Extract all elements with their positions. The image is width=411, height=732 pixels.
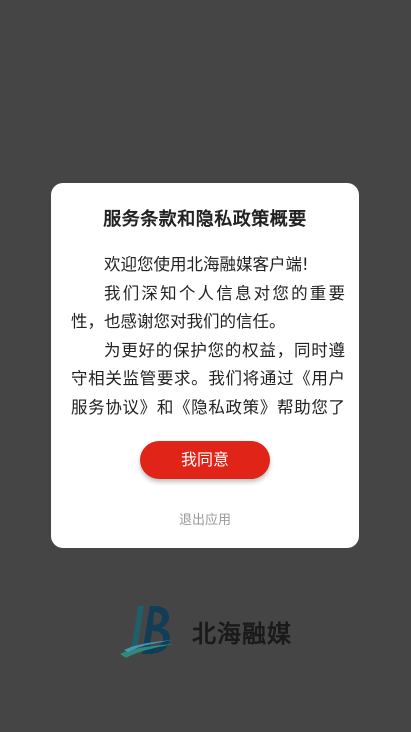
splash-logo: 北海融媒 [118,600,318,664]
agree-button[interactable]: 我同意 [140,441,270,479]
privacy-dialog: 服务条款和隐私政策概要 欢迎您使用北海融媒客户端! 我们深知个人信息对您的重要性… [51,183,359,548]
dialog-paragraph-welcome: 欢迎您使用北海融媒客户端! [104,255,309,274]
dialog-title: 服务条款和隐私政策概要 [103,209,307,230]
dialog-paragraph-trust: 我们深知个人信息对您的重要性，也感谢您对我们的信任。 [71,283,345,332]
dialog-body[interactable]: 欢迎您使用北海融媒客户端! 我们深知个人信息对您的重要性，也感谢您对我们的信任。… [71,251,345,421]
exit-app-link[interactable]: 退出应用 [51,509,359,528]
splash-app-name: 北海融媒 [192,619,292,648]
dialog-paragraph-policy: 为更好的保护您的权益，同时遵守相关监管要求。我们将通过《用户服务协议》和《隐私政… [71,340,345,417]
splash-screen: 北海融媒 服务条款和隐私政策概要 欢迎您使用北海融媒客户端! 我们深知个人信息对… [0,0,411,732]
beihai-media-logo-icon [120,606,174,658]
